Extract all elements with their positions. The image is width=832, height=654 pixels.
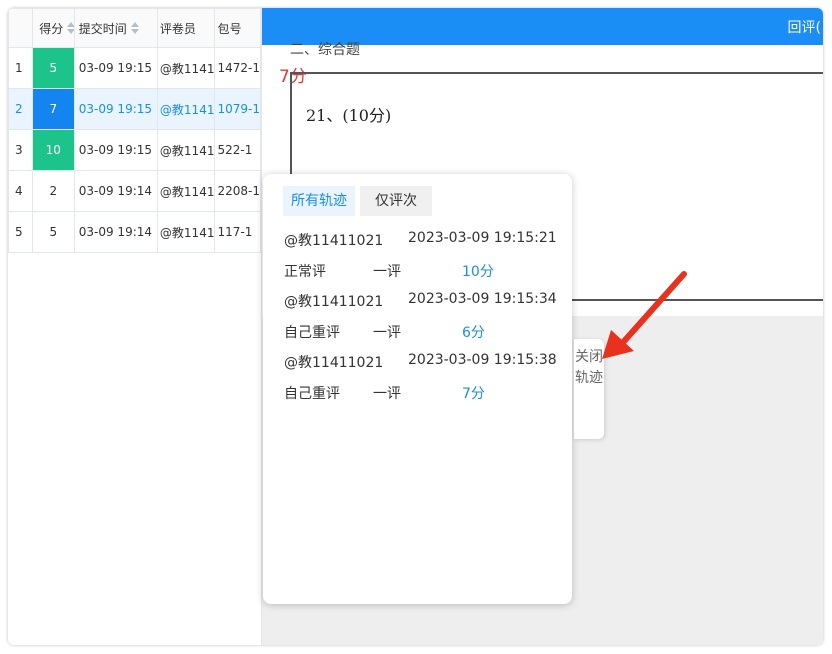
- app-window: 得分 提交时间 评卷员 包号 1 5 03-09 19:15 @教1141 14…: [8, 8, 823, 645]
- annotation-arrow-icon: [602, 271, 687, 359]
